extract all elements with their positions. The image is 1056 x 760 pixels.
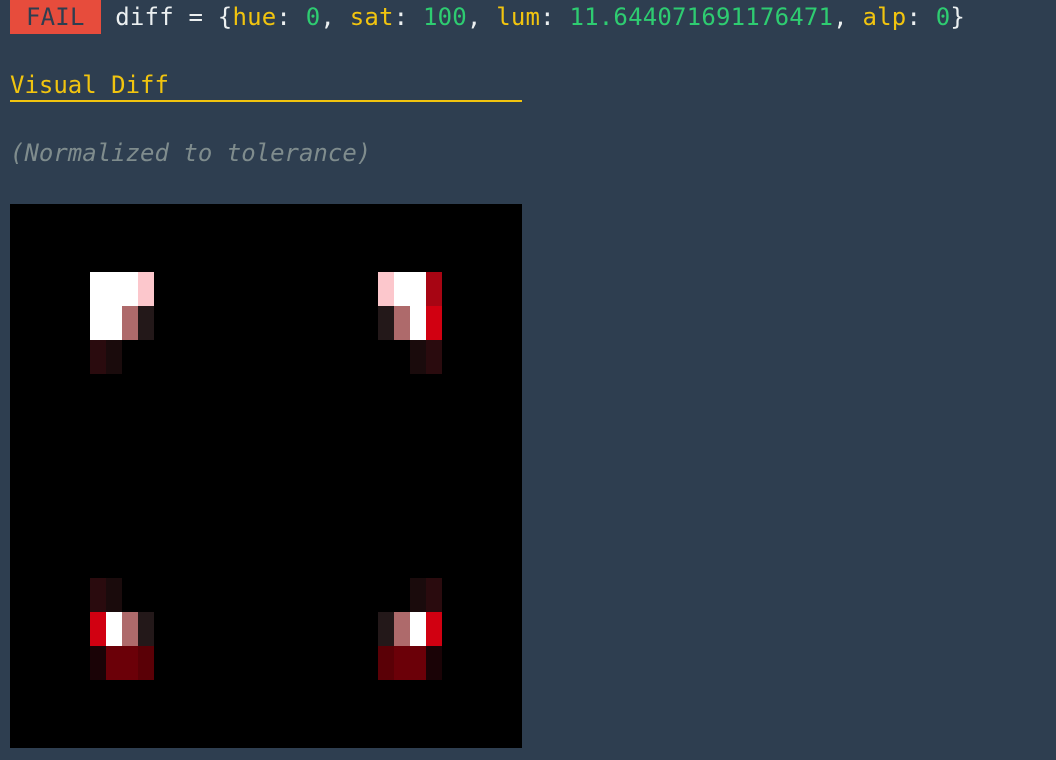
diff-pixel — [138, 306, 154, 340]
diff-pixel — [106, 340, 122, 374]
diff-pixel — [122, 612, 138, 646]
diff-pixel — [378, 646, 394, 680]
lum-key: lum — [496, 3, 541, 31]
diff-pixel — [106, 272, 122, 306]
diff-pixel — [138, 272, 154, 306]
diff-pixel — [410, 340, 426, 374]
diff-pixel — [426, 272, 442, 306]
diff-pixel — [90, 646, 106, 680]
diff-pixel — [122, 306, 138, 340]
diff-pixel — [410, 646, 426, 680]
visual-diff-image — [10, 204, 522, 748]
diff-pixel — [90, 340, 106, 374]
diff-pixel — [106, 578, 122, 612]
diff-pixel — [106, 612, 122, 646]
diff-pixel — [426, 340, 442, 374]
diff-status-line: FAIL diff = {hue: 0, sat: 100, lum: 11.6… — [10, 0, 965, 34]
diff-pixel — [410, 306, 426, 340]
diff-pixel — [378, 612, 394, 646]
diff-pixel — [426, 578, 442, 612]
diff-pixel — [106, 306, 122, 340]
diff-prefix: diff = { — [100, 3, 233, 31]
diff-pixel — [138, 612, 154, 646]
fail-badge: FAIL — [10, 0, 101, 34]
diff-pixel — [394, 272, 410, 306]
diff-pixel — [90, 272, 106, 306]
diff-pixel — [378, 272, 394, 306]
diff-pixel — [394, 612, 410, 646]
lum-value: 11.644071691176471 — [569, 3, 834, 31]
section-heading: Visual Diff — [10, 70, 522, 102]
diff-pixel — [410, 578, 426, 612]
diff-pixel — [410, 612, 426, 646]
diff-pixel — [426, 306, 442, 340]
diff-pixel — [426, 612, 442, 646]
diff-pixel — [90, 612, 106, 646]
diff-pixel — [90, 306, 106, 340]
alp-key: alp — [862, 3, 907, 31]
diff-pixel — [106, 646, 122, 680]
diff-pixel — [426, 646, 442, 680]
diff-pixel — [410, 272, 426, 306]
diff-pixel — [90, 578, 106, 612]
hue-key: hue — [232, 3, 277, 31]
section-subtitle: (Normalized to tolerance) — [10, 139, 372, 167]
diff-pixel — [378, 306, 394, 340]
diff-pixel — [394, 646, 410, 680]
sat-key: sat — [349, 3, 394, 31]
diff-pixel — [394, 306, 410, 340]
diff-pixel — [138, 646, 154, 680]
sat-value: 100 — [422, 3, 467, 31]
diff-suffix: } — [950, 3, 966, 31]
diff-pixel — [122, 646, 138, 680]
alp-value: 0 — [935, 3, 951, 31]
diff-pixel — [122, 272, 138, 306]
hue-value: 0 — [305, 3, 321, 31]
